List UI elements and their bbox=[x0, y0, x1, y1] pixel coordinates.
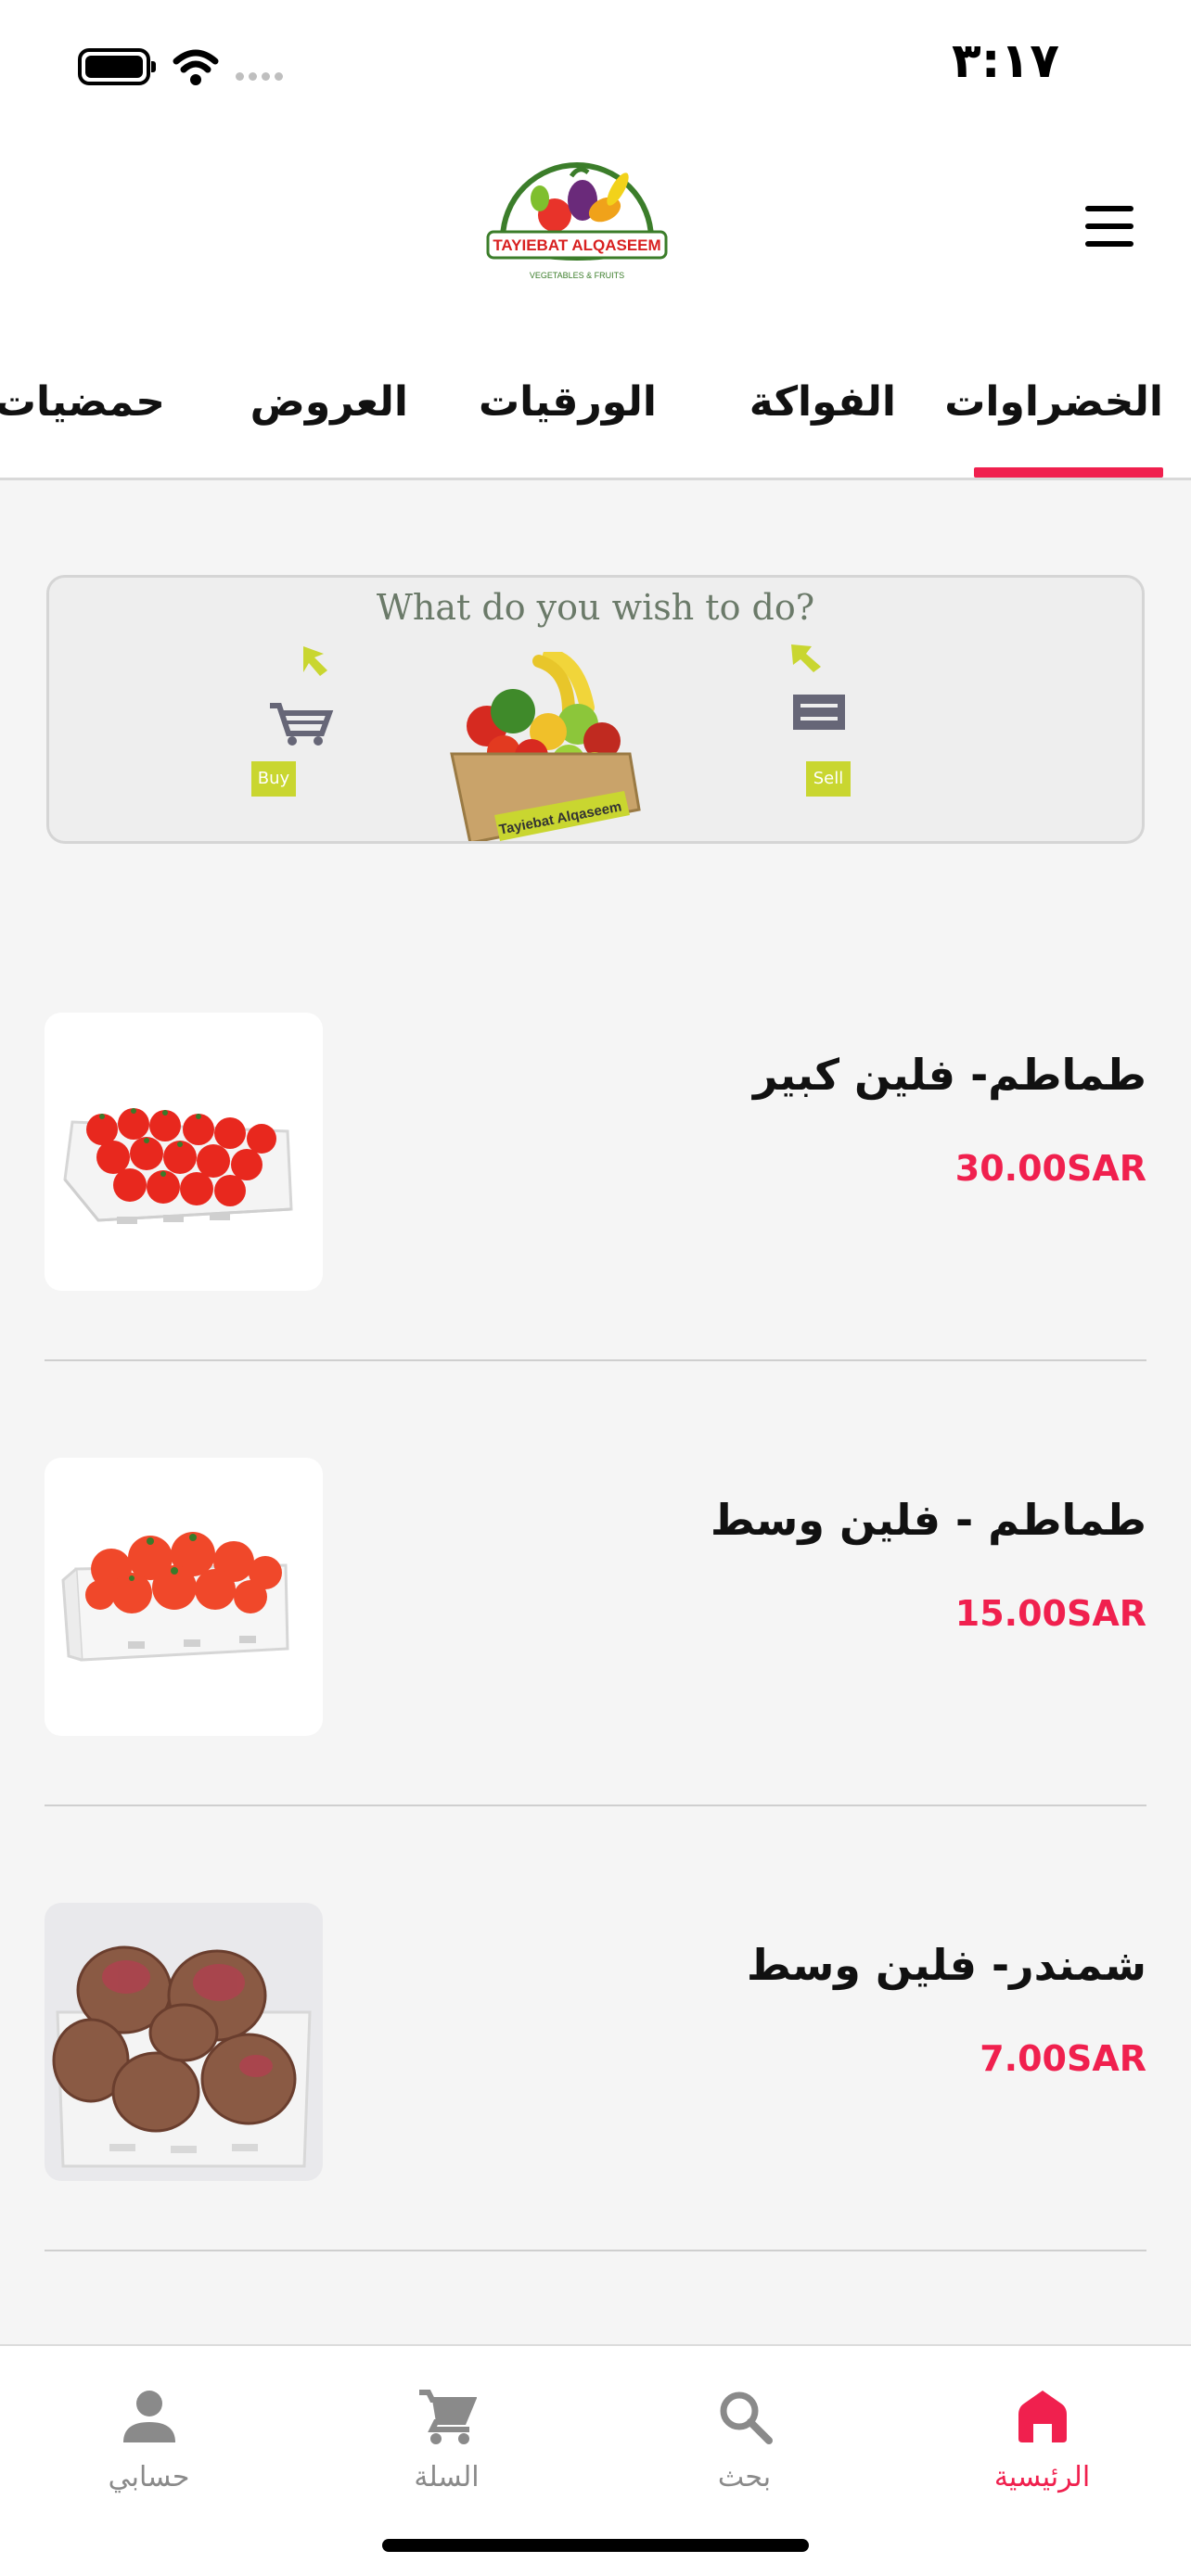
tab-vegetables[interactable]: الخضراوات bbox=[944, 378, 1163, 426]
nav-account[interactable]: حسابي bbox=[0, 2346, 298, 2504]
app-header: TAYIEBAT ALQASEEM VEGETABLES & FRUITS bbox=[0, 130, 1191, 325]
product-image bbox=[45, 1013, 323, 1291]
logo-text: TAYIEBAT ALQASEEM bbox=[493, 236, 660, 254]
product-price: 15.00SAR bbox=[954, 1593, 1146, 1634]
product-image bbox=[45, 1903, 323, 2181]
person-icon bbox=[122, 2391, 175, 2442]
cart-icon bbox=[418, 2390, 477, 2444]
home-indicator[interactable] bbox=[382, 2539, 809, 2552]
tab-offers[interactable]: العروض bbox=[250, 378, 408, 426]
promo-banner[interactable]: What do you wish to do? Buy Tayiebat Alq… bbox=[46, 575, 1145, 844]
buy-cart-icon bbox=[270, 646, 334, 746]
product-price: 7.00SAR bbox=[980, 2038, 1146, 2079]
brand-logo: TAYIEBAT ALQASEEM VEGETABLES & FRUITS bbox=[486, 162, 668, 280]
product-name: شمندر- فلين وسط bbox=[746, 1940, 1146, 1990]
nav-home-label: الرئيسية bbox=[993, 2461, 1091, 2493]
battery-icon bbox=[78, 48, 156, 85]
nav-home[interactable]: الرئيسية bbox=[893, 2346, 1191, 2504]
nav-cart-label: السلة bbox=[414, 2461, 480, 2493]
product-item[interactable]: طماطم - فلين وسط 15.00SAR bbox=[45, 1458, 1146, 1806]
wifi-icon bbox=[173, 49, 219, 85]
banner-title: What do you wish to do? bbox=[376, 587, 815, 628]
status-time: ٣:١٧ bbox=[951, 33, 1059, 89]
tab-leafy-greens[interactable]: الورقيات bbox=[479, 378, 657, 426]
status-bar: ٣:١٧ bbox=[0, 0, 1191, 130]
product-price: 30.00SAR bbox=[954, 1148, 1146, 1189]
nav-search-label: بحث bbox=[717, 2461, 772, 2493]
search-icon bbox=[720, 2391, 773, 2444]
product-item[interactable]: طماطم- فلين كبير 30.00SAR bbox=[45, 1013, 1146, 1361]
sell-list-icon bbox=[791, 644, 845, 730]
nav-account-label: حسابي bbox=[108, 2461, 190, 2493]
produce-crate-image: Tayiebat Alqaseem bbox=[450, 652, 641, 841]
product-image bbox=[45, 1458, 323, 1736]
hamburger-menu-icon[interactable] bbox=[1082, 206, 1137, 247]
tab-fruits[interactable]: الفواكة bbox=[749, 378, 896, 426]
nav-cart[interactable]: السلة bbox=[298, 2346, 596, 2504]
logo-subtext: VEGETABLES & FRUITS bbox=[530, 271, 624, 280]
product-name: طماطم- فلين كبير bbox=[753, 1050, 1146, 1100]
main-content: What do you wish to do? Buy Tayiebat Alq… bbox=[0, 480, 1191, 2344]
category-tabs: الخضراوات الفواكة الورقيات العروض حمضيات bbox=[0, 325, 1191, 480]
buy-button[interactable]: Buy bbox=[251, 761, 296, 797]
tab-citrus[interactable]: حمضيات bbox=[0, 378, 165, 426]
home-icon bbox=[1018, 2391, 1067, 2442]
nav-search[interactable]: بحث bbox=[596, 2346, 893, 2504]
sell-button[interactable]: Sell bbox=[806, 761, 851, 797]
product-item[interactable]: شمندر- فلين وسط 7.00SAR bbox=[45, 1903, 1146, 2251]
active-tab-indicator bbox=[974, 467, 1163, 478]
product-name: طماطم - فلين وسط bbox=[710, 1495, 1146, 1545]
cellular-signal-icon bbox=[236, 72, 283, 81]
